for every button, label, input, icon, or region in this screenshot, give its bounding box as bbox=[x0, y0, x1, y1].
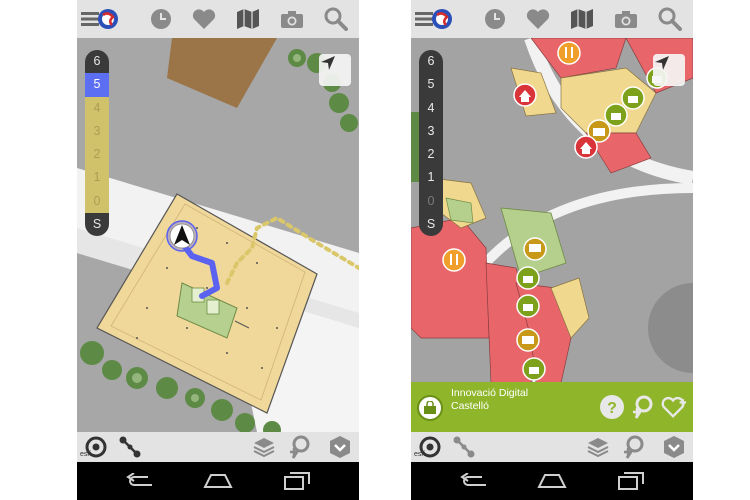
map-icon[interactable] bbox=[568, 5, 596, 33]
floor-option-4[interactable]: 4 bbox=[85, 96, 109, 120]
top-toolbar bbox=[411, 0, 693, 39]
floor-option-3[interactable]: 3 bbox=[419, 120, 443, 143]
svg-text:?: ? bbox=[607, 400, 617, 417]
recent-apps-icon[interactable] bbox=[282, 471, 312, 491]
indoor-map[interactable]: 6 5 4 3 2 1 0 S bbox=[77, 38, 359, 432]
android-nav-bar bbox=[411, 462, 693, 500]
top-toolbar bbox=[77, 0, 359, 39]
camera-icon[interactable] bbox=[278, 5, 306, 33]
heart-icon[interactable] bbox=[190, 5, 218, 33]
locate-me-button[interactable] bbox=[319, 54, 351, 86]
clock-icon[interactable] bbox=[481, 5, 509, 33]
floor-selector[interactable]: 6 5 4 3 2 1 0 S bbox=[85, 50, 109, 236]
help-icon[interactable]: ? bbox=[599, 394, 625, 420]
floor-option-5[interactable]: 5 bbox=[85, 73, 109, 97]
clock-icon[interactable] bbox=[147, 5, 175, 33]
favorite-add-icon[interactable] bbox=[661, 394, 687, 420]
shopping-bag-icon bbox=[417, 395, 443, 421]
home-icon[interactable] bbox=[203, 471, 233, 491]
back-icon[interactable] bbox=[125, 471, 155, 491]
floor-option-2[interactable]: 2 bbox=[419, 143, 443, 166]
floor-option-3[interactable]: 3 bbox=[85, 119, 109, 143]
chevron-down-icon[interactable] bbox=[327, 434, 353, 460]
layers-icon[interactable] bbox=[585, 434, 611, 460]
floor-option-2[interactable]: 2 bbox=[85, 143, 109, 167]
bottom-toolbar: esri bbox=[77, 432, 359, 462]
menu-icon[interactable] bbox=[79, 5, 119, 33]
bottom-toolbar: esri bbox=[411, 432, 693, 462]
floor-option-s[interactable]: S bbox=[419, 213, 443, 236]
floor-option-6[interactable]: 6 bbox=[419, 50, 443, 73]
navigation-arrow-icon bbox=[655, 56, 669, 70]
camera-icon[interactable] bbox=[612, 5, 640, 33]
esri-attribution: esri bbox=[80, 451, 92, 458]
layers-icon[interactable] bbox=[251, 434, 277, 460]
route-icon[interactable] bbox=[451, 434, 477, 460]
floor-option-1[interactable]: 1 bbox=[85, 166, 109, 190]
home-icon[interactable] bbox=[537, 471, 567, 491]
floor-option-6[interactable]: 6 bbox=[85, 50, 109, 73]
menu-icon[interactable] bbox=[413, 5, 453, 33]
poi-title-line2: Castelló bbox=[451, 400, 489, 412]
android-nav-bar bbox=[77, 462, 359, 500]
poi-title: Innovació Digital Castelló bbox=[451, 387, 571, 413]
left-phone-screen: 6 5 4 3 2 1 0 S esri bbox=[77, 0, 359, 500]
locate-me-button[interactable] bbox=[653, 54, 685, 86]
navigation-arrow-icon bbox=[321, 56, 335, 70]
back-icon[interactable] bbox=[459, 471, 489, 491]
floor-selector[interactable]: 6 5 4 3 2 1 0 S bbox=[419, 50, 443, 236]
floor-option-5[interactable]: 5 bbox=[419, 73, 443, 96]
right-phone-screen: 6 5 4 3 2 1 0 S Innovació Digital Castel… bbox=[411, 0, 693, 500]
floor-option-s[interactable]: S bbox=[85, 213, 109, 236]
search-icon[interactable] bbox=[656, 5, 684, 33]
add-location-icon[interactable] bbox=[287, 434, 313, 460]
add-location-icon[interactable] bbox=[621, 434, 647, 460]
route-icon[interactable] bbox=[117, 434, 143, 460]
map-icon[interactable] bbox=[234, 5, 262, 33]
floor-option-0[interactable]: 0 bbox=[419, 190, 443, 213]
poi-info-panel[interactable]: Innovació Digital Castelló ? bbox=[411, 382, 693, 432]
heart-icon[interactable] bbox=[524, 5, 552, 33]
indoor-map[interactable]: 6 5 4 3 2 1 0 S bbox=[411, 38, 693, 432]
floor-option-1[interactable]: 1 bbox=[419, 166, 443, 189]
floor-option-4[interactable]: 4 bbox=[419, 97, 443, 120]
recent-apps-icon[interactable] bbox=[616, 471, 646, 491]
search-icon[interactable] bbox=[322, 5, 350, 33]
chevron-down-icon[interactable] bbox=[661, 434, 687, 460]
floor-option-0[interactable]: 0 bbox=[85, 189, 109, 213]
add-location-icon[interactable] bbox=[630, 394, 656, 420]
esri-attribution: esri bbox=[414, 451, 426, 458]
poi-title-line1: Innovació Digital bbox=[451, 387, 529, 399]
